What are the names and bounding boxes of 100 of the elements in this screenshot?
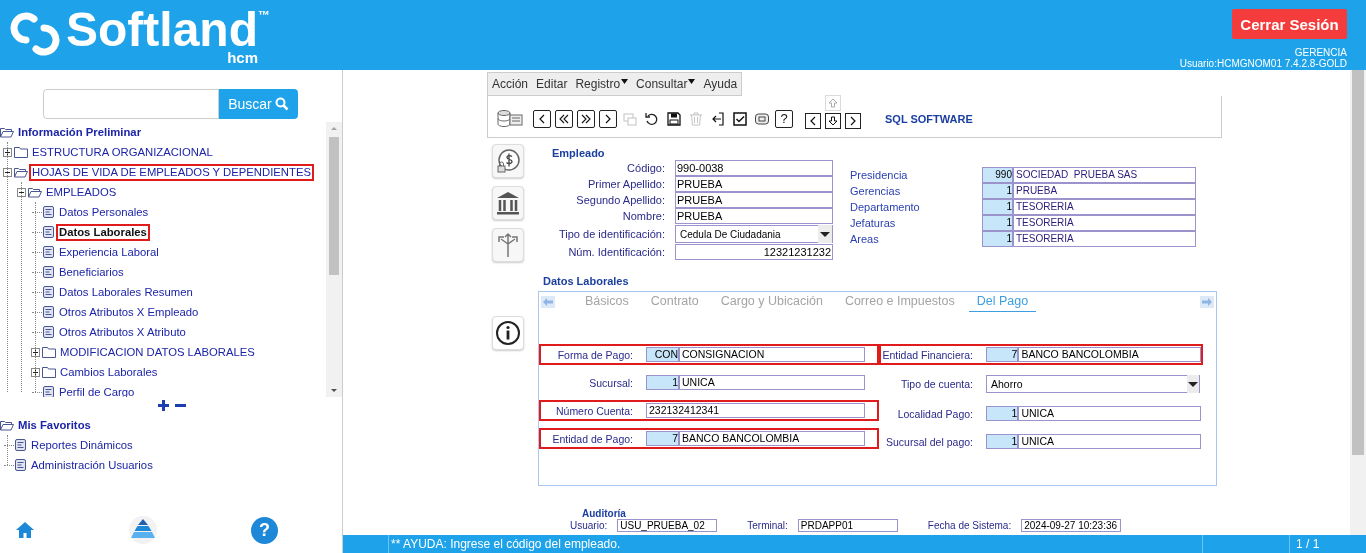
code-field[interactable]: 1 [982, 231, 1013, 247]
help-button[interactable]: ? [251, 516, 278, 544]
tree-item[interactable]: Cambios Laborales [57, 363, 161, 381]
tree-item[interactable]: Otros Atributos X Empleado [56, 303, 202, 321]
value-field[interactable]: BANCO BANCOLOMBIA [679, 431, 865, 446]
document-icon [42, 205, 55, 219]
menu-item[interactable]: Acción [492, 77, 529, 91]
previous-icon[interactable] [533, 109, 551, 128]
code-field[interactable]: 1 [986, 406, 1019, 421]
arrow-down-icon[interactable] [825, 112, 841, 129]
page-counter: 1 / 1 [1289, 535, 1366, 553]
value-field[interactable]: TESORERIA [1013, 231, 1196, 247]
document-icon [42, 385, 55, 397]
tree-item[interactable]: ESTRUCTURA ORGANIZACIONAL [29, 143, 216, 161]
coin-lock-icon[interactable] [492, 144, 524, 178]
input-field[interactable]: 990-0038 [675, 160, 833, 176]
input-field[interactable]: PRDAPP01 [797, 519, 898, 532]
expand-toggle[interactable] [30, 347, 40, 357]
arrow-right-icon[interactable] [845, 112, 861, 129]
document-icon [42, 225, 55, 239]
next-icon[interactable] [599, 109, 617, 128]
approve-icon[interactable] [731, 109, 749, 128]
tree-item[interactable]: Perfil de Cargo [56, 383, 138, 397]
input-field[interactable]: 2024-09-27 10:23:36 [1021, 519, 1122, 532]
code-field[interactable]: 7 [986, 347, 1019, 362]
tree-item[interactable]: Datos Laborales Resumen [56, 283, 196, 301]
logout-button[interactable]: Cerrar Sesión [1232, 9, 1347, 39]
plus-icon[interactable] [156, 399, 170, 412]
tree-item[interactable]: Datos Laborales [56, 223, 150, 241]
user-info: Usuario:HCMGNOM01 7.4.2.8-GOLD [1179, 58, 1347, 69]
input-field[interactable]: USU_PRUEBA_02 [617, 519, 718, 532]
tree-item[interactable]: EMPLEADOS [43, 183, 120, 201]
database-icon[interactable] [495, 109, 525, 128]
value-field[interactable]: TESORERIA [1013, 199, 1196, 215]
menu-item[interactable]: Consultar [636, 77, 696, 91]
tree-item[interactable]: Beneficiarios [56, 263, 127, 281]
value-field[interactable]: SOCIEDAD PRUEBA SAS [1013, 167, 1196, 183]
folder-icon [42, 346, 56, 358]
code-field[interactable]: 1 [646, 375, 679, 390]
input-field[interactable]: 12321231232 [675, 244, 833, 260]
collapse-toggle[interactable] [16, 187, 26, 197]
last-icon[interactable] [577, 109, 595, 128]
dropdown-caret-icon[interactable] [1187, 375, 1199, 393]
pyramid-logo-icon[interactable] [128, 515, 158, 545]
caret-icon[interactable] [621, 79, 629, 85]
field-label: Localidad Pago: [896, 407, 973, 420]
help-message: ** AYUDA: Ingrese el código del empleado. [388, 535, 1203, 553]
first-icon[interactable] [555, 109, 573, 128]
menu-item[interactable]: Editar [536, 77, 568, 91]
tree-item[interactable]: Reportes Dinámicos [28, 436, 136, 454]
input-field[interactable]: PRUEBA [675, 192, 833, 208]
input-field[interactable]: PRUEBA [675, 208, 833, 224]
menu-item[interactable]: Registro [575, 77, 629, 91]
tree-item[interactable]: Datos Personales [56, 203, 152, 221]
org-label: Areas [850, 232, 880, 247]
tree-item[interactable]: Administración Usuarios [28, 456, 156, 474]
field-label: Tipo de identificación: [558, 227, 665, 242]
code-field[interactable]: 1 [982, 215, 1013, 231]
scrollbar[interactable] [326, 122, 342, 397]
value-field[interactable]: UNICA [1018, 434, 1201, 449]
input-field[interactable]: 232132412341 [646, 403, 865, 418]
tree-section[interactable]: Información Preliminar [15, 123, 145, 141]
value-field[interactable]: UNICA [679, 375, 865, 390]
value-field[interactable]: UNICA [1018, 406, 1201, 421]
code-field[interactable]: 1 [982, 183, 1013, 199]
dropdown-caret-icon[interactable] [818, 225, 832, 243]
info-icon[interactable] [492, 316, 524, 350]
value-field[interactable]: TESORERIA [1013, 215, 1196, 231]
home-icon[interactable] [15, 520, 35, 540]
menu-item[interactable]: Ayuda [703, 77, 738, 91]
tree-item[interactable]: Otros Atributos X Atributo [56, 323, 189, 341]
value-field[interactable]: BANCO BANCOLOMBIA [1018, 347, 1201, 362]
help-button[interactable]: ? [775, 109, 793, 128]
select-field[interactable]: Cedula De Ciudadania [675, 225, 833, 243]
org-label: Gerencias [850, 184, 902, 199]
tree-item[interactable]: HOJAS DE VIDA DE EMPLEADOS Y DEPENDIENTES [29, 163, 314, 181]
tree-item[interactable]: Experiencia Laboral [56, 243, 162, 261]
expand-toggle[interactable] [30, 367, 40, 377]
caret-icon[interactable] [688, 79, 696, 85]
section-title: Empleado [551, 146, 606, 160]
code-field[interactable]: 7 [646, 431, 679, 446]
collapse-toggle[interactable] [2, 167, 12, 177]
select-field[interactable]: Ahorro [986, 375, 1200, 393]
expand-toggle[interactable] [2, 147, 12, 157]
bank-icon[interactable] [492, 186, 524, 220]
code-field[interactable]: 990 [982, 167, 1013, 183]
code-field[interactable]: 1 [982, 199, 1013, 215]
scrollbar[interactable] [1350, 70, 1366, 535]
search-icon [274, 97, 289, 111]
value-field[interactable]: CONSIGNACION [679, 347, 865, 362]
tree-item[interactable]: MODIFICACION DATOS LABORALES [57, 343, 258, 361]
value-field[interactable]: PRUEBA [1013, 183, 1196, 199]
search-field[interactable] [43, 89, 219, 119]
code-field[interactable]: 1 [986, 434, 1019, 449]
code-field[interactable]: CON [646, 347, 679, 362]
arrow-left-icon[interactable] [805, 112, 821, 129]
save-icon[interactable] [665, 109, 683, 128]
field-label: Segundo Apellido: [575, 193, 665, 208]
tree-section[interactable]: Mis Favoritos [15, 416, 94, 434]
input-field[interactable]: PRUEBA [675, 176, 833, 192]
